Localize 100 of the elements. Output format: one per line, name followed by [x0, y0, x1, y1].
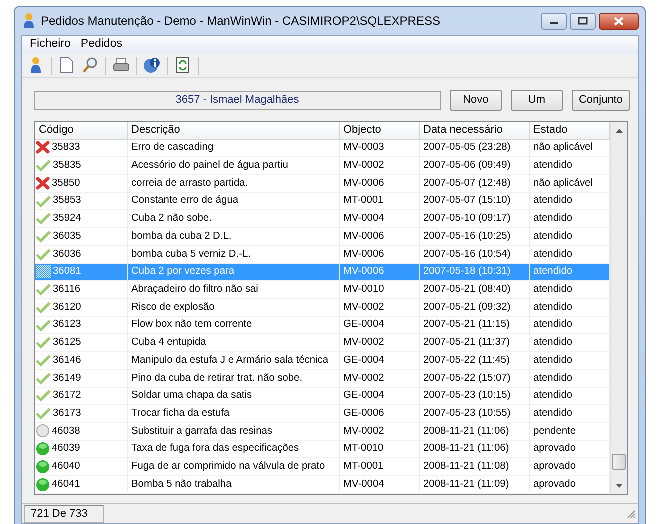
column-header[interactable]: Data necessário: [419, 122, 529, 139]
table-cell-text: 36035: [53, 230, 82, 244]
close-button[interactable]: [599, 12, 639, 30]
column-header[interactable]: Código: [35, 122, 127, 139]
table-cell: 2007-05-23 (10:55): [424, 408, 511, 419]
table-cell: 2007-05-21 (09:32): [424, 302, 511, 313]
table-cell: Abraçadeiro do filtro não sai: [132, 284, 258, 295]
table-cell: MT-0001: [344, 195, 384, 206]
table-cell: atendido: [534, 160, 573, 171]
column-header[interactable]: Descrição: [127, 122, 339, 139]
table-row[interactable]: 35833 Erro de cascading MV-0003 2007-05-05 (23:28) não aplicável: [35, 139, 610, 157]
table-row[interactable]: 46040 Fuga de ar comprimido na válvula de prato MT-0001 2008-11-21 (11:08) aprovado: [35, 458, 610, 476]
table-cell-text: 46041: [52, 478, 80, 492]
table-cell: Acessório do painel de água partiu: [132, 160, 288, 171]
table-row[interactable]: 46038 Substituir a garrafa das resinas MV-0002 2008-11-21 (11:06) pendente: [35, 422, 610, 440]
table-row[interactable]: 36146 Manipulo da estufa J e Armário sala técnica GE-0004 2007-05-22 (11:45) atendido: [35, 352, 610, 370]
table-cell: 2007-05-07 (15:10): [424, 195, 511, 206]
up-arrow-icon[interactable]: [616, 128, 622, 132]
scroll-thumb[interactable]: [612, 454, 626, 470]
table-cell: MV-0004: [344, 213, 384, 224]
table-row[interactable]: 35850 correia de arrasto partida. MV-0006 2007-05-07 (12:48) não aplicável: [35, 174, 610, 192]
table-cell-text: 36116: [53, 282, 81, 297]
customer-field: 3657 - Ismael Magalhães: [34, 91, 441, 110]
table-row[interactable]: 36116 Abraçadeiro do filtro não sai MV-0010 2007-05-21 (08:40) atendido: [35, 280, 610, 298]
table-row[interactable]: 36120 Risco de explosão MV-0002 2007-05-21 (09:32) atendido: [35, 298, 610, 316]
table-cell-text: 35850: [52, 176, 80, 191]
table-cell-text: 36120: [53, 300, 82, 315]
menu-item[interactable]: Ficheiro: [26, 36, 75, 54]
action-button[interactable]: Novo: [450, 90, 502, 111]
table-cell: Cuba 2 não sobe.: [132, 213, 212, 224]
table-cell-text: 36081: [53, 265, 82, 280]
table-cell-text: 35853: [53, 194, 82, 208]
table-row[interactable]: 36035 bomba da cuba 2 D.L. MV-0006 2007-05-16 (10:25) atendido: [35, 228, 610, 246]
table-cell: MV-0002: [344, 372, 384, 384]
table-row[interactable]: 36173 Trocar ficha da estufa GE-0006 2007-05-23 (10:55) atendido: [35, 404, 610, 422]
table-cell: atendido: [534, 213, 573, 224]
table-cell-text: 46040: [52, 460, 80, 474]
table-cell: 2008-11-21 (11:06): [424, 443, 510, 454]
table-cell: Flow box não tem corrente: [132, 319, 252, 330]
table-cell: 2008-11-21 (11:08): [424, 461, 510, 472]
table-cell: atendido: [534, 354, 573, 366]
table-cell-text: 36123: [53, 318, 82, 332]
table-cell: MV-0002: [344, 337, 384, 348]
table-cell: pendente: [534, 426, 576, 437]
table-cell: atendido: [534, 390, 573, 402]
down-arrow-icon[interactable]: [616, 484, 622, 488]
table-cell: MV-0004: [344, 478, 384, 490]
table-cell: MV-0006: [344, 230, 384, 242]
table-row[interactable]: 46041 Bomba 5 não trabalha MV-0004 2008-11-21 (11:09) aprovado: [35, 476, 610, 494]
table-cell: 2007-05-16 (10:54): [424, 248, 511, 260]
maximize-button[interactable]: [570, 12, 596, 30]
table-row[interactable]: 35835 Acessório do painel de água partiu MV-0002 2007-05-06 (09:49) atendido: [35, 156, 610, 174]
action-button[interactable]: Um: [510, 90, 563, 111]
table-cell: Pino da cuba de retirar trat. não sobe.: [132, 372, 303, 384]
table-row[interactable]: 36149 Pino da cuba de retirar trat. não sobe. MV-0002 2007-05-22 (15:07) atendido: [35, 369, 610, 388]
table-cell: aprovado: [534, 478, 576, 490]
table-cell: GE-0004: [344, 354, 384, 366]
table-cell: 2007-05-21 (11:37): [424, 337, 510, 348]
table-cell-text: 36125: [53, 336, 82, 350]
table-cell: Soldar uma chapa da satis: [132, 390, 252, 402]
table-row[interactable]: 36036 bomba cuba 5 verniz D.-L. MV-0006 2007-05-16 (10:54) atendido: [35, 245, 610, 264]
table-cell-text: 46039: [52, 442, 80, 456]
table-cell-text: 46038: [52, 424, 80, 439]
table-row[interactable]: 35853 Constante erro de água MT-0001 2007-05-07 (15:10) atendido: [35, 192, 610, 210]
table-cell: 2007-05-22 (15:07): [424, 372, 511, 384]
column-header[interactable]: Estado: [529, 122, 610, 139]
table-cell: 2008-11-21 (11:06): [424, 426, 510, 437]
table-cell: 2007-05-21 (11:15): [424, 319, 510, 330]
table-row[interactable]: 36125 Cuba 4 entupida MV-0002 2007-05-21 (11:37) atendido: [35, 334, 610, 352]
table-row[interactable]: 35924 Cuba 2 não sobe. MV-0004 2007-05-10 (09:17) atendido: [35, 210, 610, 228]
menu-item[interactable]: Pedidos: [76, 36, 126, 54]
person-icon: [23, 13, 35, 29]
table-cell: MT-0010: [344, 443, 384, 454]
table-cell-text: 36149: [53, 372, 82, 386]
minimize-button[interactable]: [541, 12, 567, 30]
table-row[interactable]: 46039 Taxa de fuga fora das especificações MT-0010 2008-11-21 (11:06) aprovado: [35, 440, 610, 458]
table-cell: 2007-05-18 (10:31): [424, 266, 511, 278]
table-cell-text: 36173: [53, 406, 82, 421]
table-cell-text: 36172: [53, 389, 82, 404]
table-row[interactable]: 36172 Soldar uma chapa da satis GE-0004 2007-05-23 (10:15) atendido: [35, 387, 610, 405]
table-cell: Manipulo da estufa J e Armário sala técnica: [132, 354, 329, 366]
scrollbar[interactable]: [610, 122, 627, 494]
action-button[interactable]: Conjunto: [572, 90, 630, 111]
table-cell: MV-0006: [344, 178, 384, 189]
table-cell: Constante erro de água: [132, 195, 239, 206]
table-cell: MV-0002: [344, 302, 384, 313]
table-cell: atendido: [534, 337, 573, 348]
table-cell: MV-0002: [344, 426, 384, 437]
table-cell: atendido: [534, 284, 573, 295]
table-cell: correia de arrasto partida.: [132, 178, 248, 189]
column-header[interactable]: Objecto: [339, 122, 419, 139]
table-row[interactable]: 36123 Flow box não tem corrente GE-0004 2007-05-21 (11:15) atendido: [35, 316, 610, 334]
table-cell: não aplicável: [534, 142, 593, 154]
maximize-icon: [578, 17, 588, 25]
table-cell: atendido: [534, 302, 573, 313]
table-cell: Bomba 5 não trabalha: [132, 478, 232, 490]
table-cell: bomba cuba 5 verniz D.-L.: [132, 248, 251, 260]
table-cell: atendido: [534, 266, 573, 278]
table-cell: 2007-05-22 (11:45): [424, 354, 510, 366]
table-cell: Fuga de ar comprimido na válvula de prato: [132, 461, 326, 472]
